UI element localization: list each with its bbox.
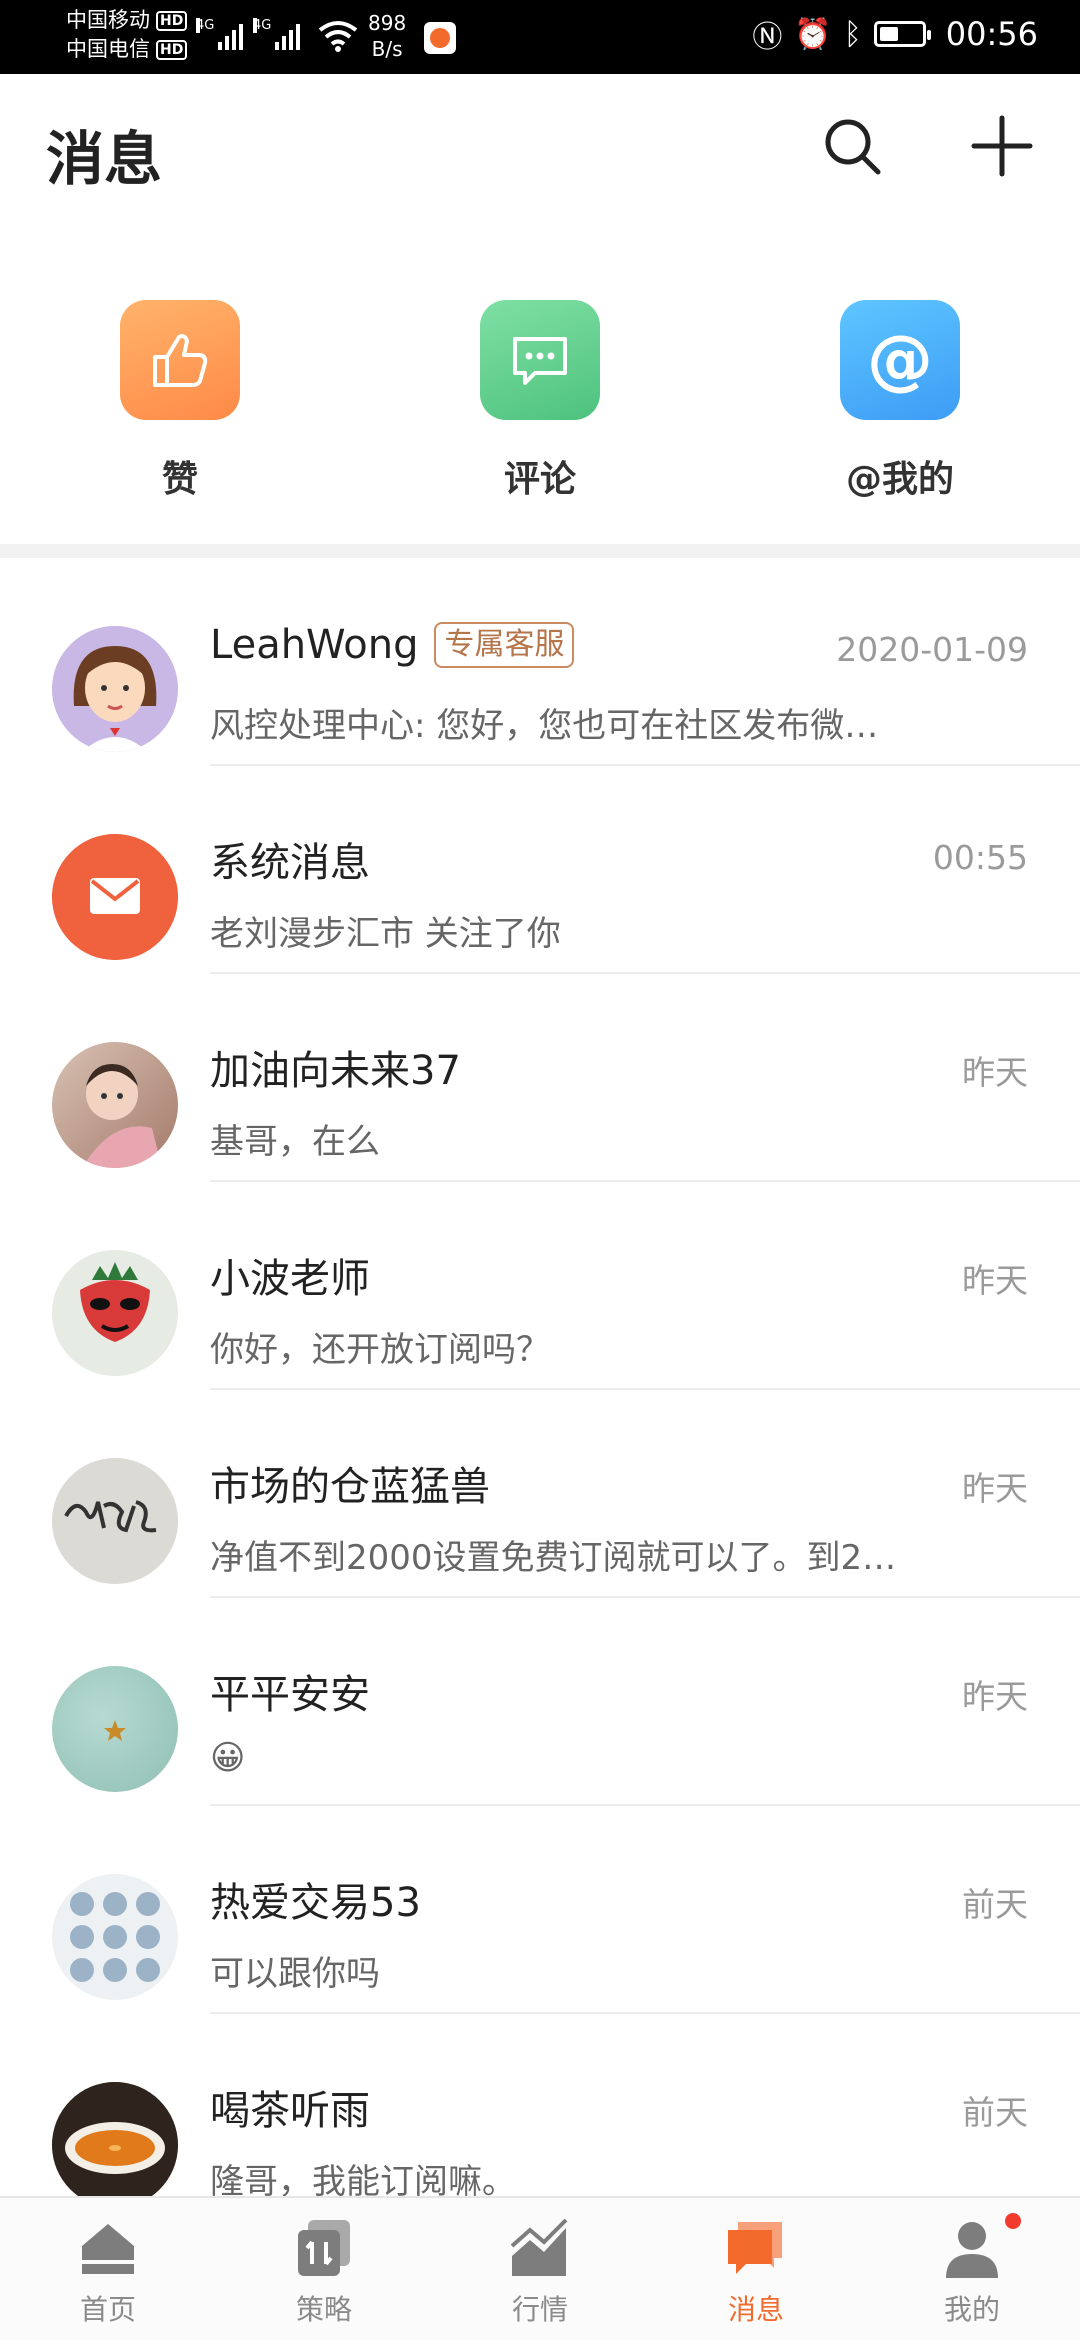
alarm-icon: ⏰ (794, 16, 832, 52)
bottom-tab-bar: 首页 策略 行情 消息 我的 (0, 2196, 1080, 2340)
tab-label: 策略 (295, 2293, 352, 2326)
likes-label: 赞 (161, 459, 198, 500)
message-time: 昨天 (962, 1261, 1028, 1300)
message-shortcuts: 赞 评论 @ @我的 (0, 300, 1080, 540)
hd-badge: HD (156, 39, 188, 60)
carrier-info: 中国移动 HD 中国电信 HD (66, 6, 188, 64)
conversation-row[interactable]: 小波老师 昨天 你好，还开放订阅吗？ (0, 1182, 1080, 1390)
contact-name: 加油向未来37 (210, 1048, 461, 1094)
message-time: 昨天 (962, 1053, 1028, 1092)
contact-name: 小波老师 (210, 1256, 370, 1302)
message-time: 00:55 (932, 838, 1028, 877)
message-preview: 风控处理中心: 您好，您也可在社区发布微… (210, 706, 879, 746)
contact-name: LeahWong (210, 622, 419, 668)
clock: 00:56 (945, 15, 1038, 53)
tab-market[interactable]: 行情 (432, 2216, 648, 2328)
section-divider (0, 544, 1080, 558)
likes-shortcut[interactable]: 赞 (60, 300, 300, 502)
wifi-icon (318, 20, 358, 56)
mentions-shortcut[interactable]: @ @我的 (780, 300, 1020, 502)
tea-cup-avatar (52, 2082, 178, 2208)
market-chart-icon (508, 2216, 572, 2280)
page-header: 消息 (0, 74, 1080, 230)
message-preview: 可以跟你吗 (210, 1954, 380, 1994)
tab-strategy[interactable]: 策略 (216, 2216, 432, 2328)
cartoon-woman-avatar (52, 626, 178, 752)
support-badge: 专属客服 (434, 622, 575, 668)
strategy-icon (292, 2216, 356, 2280)
conversation-row[interactable]: 喝茶听雨 前天 隆哥，我能订阅嘛。 (0, 2014, 1080, 2222)
thumbs-up-icon (120, 300, 240, 420)
carrier-1: 中国移动 (66, 8, 150, 32)
profile-icon (940, 2210, 1024, 2280)
carrier-2: 中国电信 (66, 37, 150, 61)
message-preview: 基哥，在么 (210, 1122, 380, 1162)
page-title: 消息 (46, 125, 163, 193)
contact-name: 系统消息 (210, 840, 370, 886)
teal-star-avatar (52, 1666, 178, 1792)
tab-label: 我的 (943, 2293, 1000, 2326)
conversation-row[interactable]: 系统消息 00:55 老刘漫步汇市 关注了你 (0, 766, 1080, 974)
calligraphy-avatar (52, 1458, 178, 1584)
notification-dot (1002, 2210, 1024, 2232)
tab-label: 行情 (511, 2293, 568, 2326)
message-preview: 净值不到2000设置免费订阅就可以了。到2… (210, 1538, 897, 1578)
home-icon (76, 2216, 140, 2280)
message-preview: 😀 (210, 1738, 246, 1778)
network-type: 4G (196, 18, 215, 33)
signal-indicators: 4G 4G (196, 18, 300, 50)
tab-label: 首页 (79, 2293, 136, 2326)
opera-mask-avatar (52, 1250, 178, 1376)
message-preview: 你好，还开放订阅吗？ (210, 1330, 550, 1370)
search-icon (825, 119, 881, 175)
conversation-row[interactable]: 市场的仓蓝猛兽 昨天 净值不到2000设置免费订阅就可以了。到2… (0, 1390, 1080, 1598)
message-time: 昨天 (962, 1469, 1028, 1508)
tab-profile[interactable]: 我的 (864, 2210, 1080, 2328)
signal-icon: 4G (196, 18, 243, 50)
message-time: 2020-01-09 (836, 630, 1028, 669)
tab-home[interactable]: 首页 (0, 2216, 216, 2328)
conversation-row[interactable]: LeahWong 专属客服 2020-01-09 风控处理中心: 您好，您也可在… (0, 558, 1080, 766)
comment-icon (480, 300, 600, 420)
mentions-label: @我的 (845, 459, 954, 500)
app-notification-icon (424, 22, 456, 54)
plus-icon (971, 115, 1033, 177)
hd-badge: HD (156, 10, 188, 31)
status-bar: 中国移动 HD 中国电信 HD 4G 4G 898 B/s Ⓝ ⏰ ᛒ 00:56 (0, 0, 1080, 74)
tab-messages[interactable]: 消息 (648, 2216, 864, 2328)
message-preview: 老刘漫步汇市 关注了你 (210, 914, 561, 954)
conversation-row[interactable]: 平平安安 昨天 😀 (0, 1598, 1080, 1806)
at-icon: @ (840, 300, 960, 420)
mail-avatar (52, 834, 178, 960)
contact-name: 平平安安 (210, 1672, 370, 1718)
nfc-icon: Ⓝ (752, 20, 783, 55)
message-bubbles-icon (724, 2216, 788, 2280)
comments-label: 评论 (503, 459, 576, 500)
bluetooth-icon: ᛒ (843, 16, 862, 52)
net-speed: 898 B/s (368, 11, 407, 61)
network-type: 4G (253, 18, 272, 33)
contact-name: 喝茶听雨 (210, 2088, 370, 2134)
contact-name: 市场的仓蓝猛兽 (210, 1464, 490, 1510)
conversation-row[interactable]: 加油向未来37 昨天 基哥，在么 (0, 974, 1080, 1182)
conversation-list: LeahWong 专属客服 2020-01-09 风控处理中心: 您好，您也可在… (0, 558, 1080, 2222)
comments-shortcut[interactable]: 评论 (420, 300, 660, 502)
battery-icon (873, 21, 931, 47)
pattern-grid-avatar (52, 1874, 178, 2000)
baby-photo-avatar (52, 1042, 178, 1168)
message-time: 前天 (962, 2093, 1028, 2132)
search-button[interactable] (820, 114, 884, 178)
message-time: 昨天 (962, 1677, 1028, 1716)
signal-icon: 4G (253, 18, 300, 50)
message-time: 前天 (962, 1885, 1028, 1924)
tab-label: 消息 (727, 2293, 784, 2326)
add-button[interactable] (970, 114, 1034, 178)
contact-name: 热爱交易53 (210, 1880, 421, 1926)
conversation-row[interactable]: 热爱交易53 前天 可以跟你吗 (0, 1806, 1080, 2014)
